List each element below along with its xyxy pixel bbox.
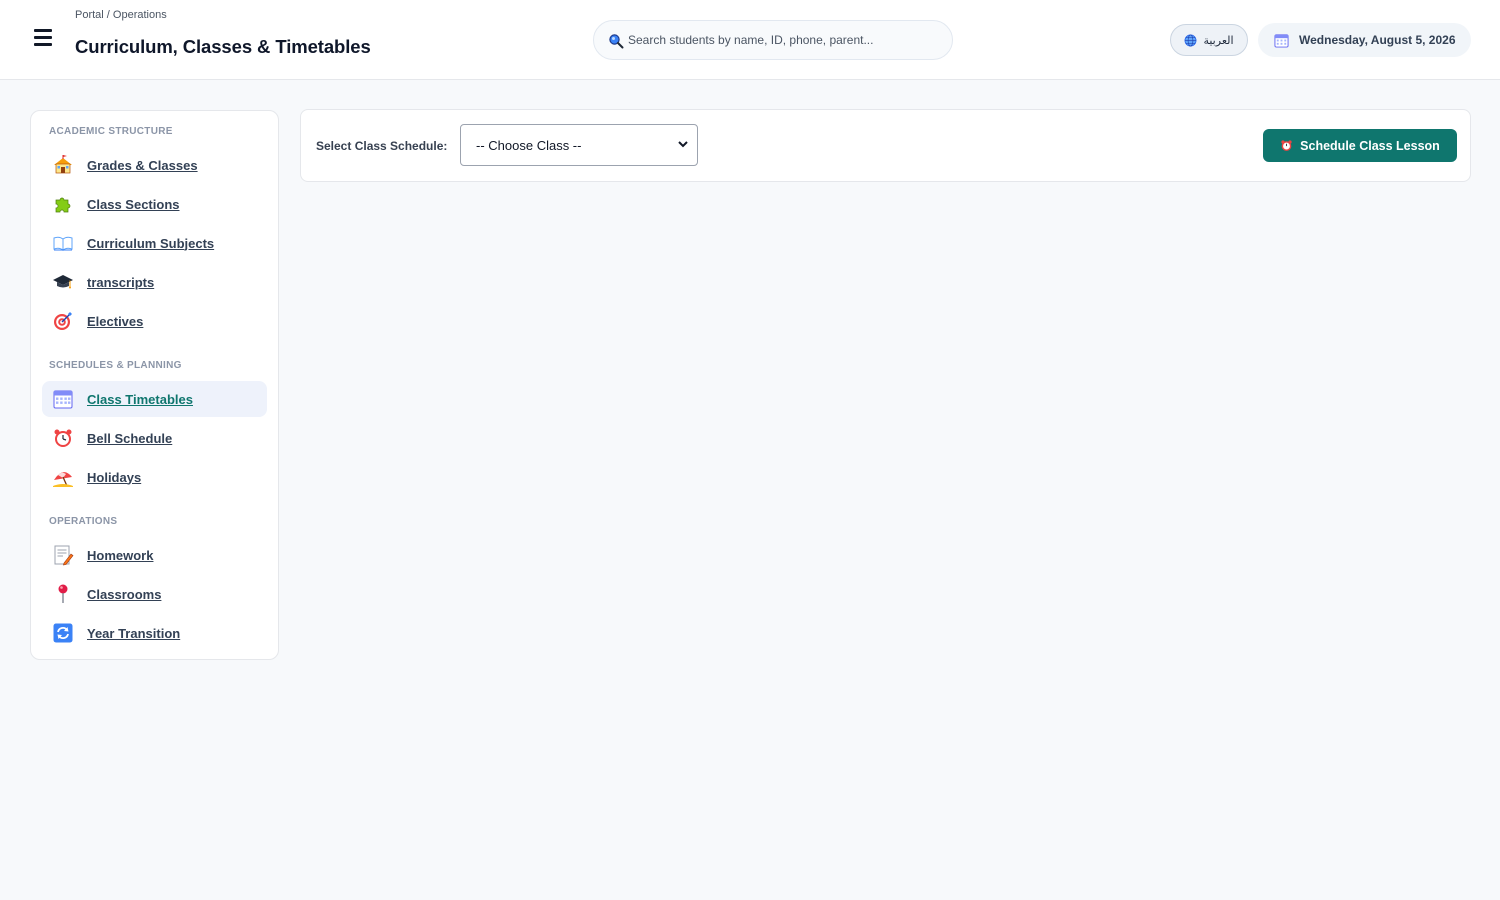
class-select-value: -- Choose Class -- — [476, 137, 582, 153]
current-date: Wednesday, August 5, 2026 — [1299, 33, 1456, 47]
sidebar-item-classrooms[interactable]: Classrooms — [42, 576, 267, 612]
sidebar-item-label: Homework — [87, 547, 154, 563]
search-icon — [609, 34, 624, 49]
sidebar-item-label: Bell Schedule — [87, 430, 173, 446]
search-bar[interactable] — [593, 20, 953, 60]
schedule-button-label: Schedule Class Lesson — [1300, 138, 1440, 153]
breadcrumb: Portal / Operations — [75, 9, 167, 21]
sidebar-item-label: Class Timetables — [87, 391, 193, 407]
alarm-clock-icon — [1281, 140, 1292, 151]
chevron-down-icon — [678, 141, 688, 148]
calendar-icon — [52, 388, 74, 410]
section-label-academic-structure: ACADEMIC STRUCTURE — [49, 126, 173, 137]
page-title: Curriculum, Classes & Timetables — [75, 36, 371, 57]
sidebar-item-label: transcripts — [87, 274, 155, 290]
class-select-dropdown[interactable]: -- Choose Class -- — [460, 124, 698, 166]
sidebar-item-grades-classes[interactable]: Grades & Classes — [42, 147, 267, 183]
language-label: العربية — [1203, 34, 1234, 47]
sidebar-item-label: Class Sections — [87, 196, 180, 212]
schedule-class-lesson-button[interactable]: Schedule Class Lesson — [1263, 129, 1457, 162]
puzzle-icon — [52, 193, 74, 215]
book-icon — [52, 232, 74, 254]
memo-icon — [52, 544, 74, 566]
sidebar-item-label: Classrooms — [87, 586, 162, 602]
date-display: Wednesday, August 5, 2026 — [1258, 23, 1471, 57]
top-header: Portal / Operations Curriculum, Classes … — [0, 0, 1500, 80]
select-class-label: Select Class Schedule: — [316, 139, 448, 153]
sidebar-item-label: Grades & Classes — [87, 157, 198, 173]
sidebar-item-label: Electives — [87, 313, 144, 329]
sidebar-item-homework[interactable]: Homework — [42, 537, 267, 573]
globe-icon — [1185, 34, 1197, 46]
section-label-schedules-planning: SCHEDULES & PLANNING — [49, 360, 182, 371]
sidebar-item-year-transition[interactable]: Year Transition — [42, 615, 267, 651]
search-input[interactable] — [628, 33, 928, 47]
refresh-icon — [52, 622, 74, 644]
section-label-operations: OPERATIONS — [49, 516, 118, 527]
sidebar: ACADEMIC STRUCTURE Grades & Classes Clas… — [30, 110, 279, 660]
language-toggle-button[interactable]: العربية — [1170, 24, 1248, 56]
alarm-clock-icon — [52, 427, 74, 449]
sidebar-item-class-timetables[interactable]: Class Timetables — [42, 381, 267, 417]
beach-umbrella-icon — [52, 466, 74, 488]
sidebar-item-label: Curriculum Subjects — [87, 235, 215, 251]
sidebar-item-curriculum-subjects[interactable]: Curriculum Subjects — [42, 225, 267, 261]
hamburger-menu-icon[interactable] — [34, 29, 54, 49]
sidebar-item-class-sections[interactable]: Class Sections — [42, 186, 267, 222]
calendar-icon — [1274, 33, 1289, 48]
sidebar-item-bell-schedule[interactable]: Bell Schedule — [42, 420, 267, 456]
sidebar-item-holidays[interactable]: Holidays — [42, 459, 267, 495]
pushpin-icon — [52, 583, 74, 605]
sidebar-item-label: Holidays — [87, 469, 142, 485]
sidebar-item-electives[interactable]: Electives — [42, 303, 267, 339]
schedule-toolbar-panel: Select Class Schedule: -- Choose Class -… — [300, 109, 1471, 182]
sidebar-item-transcripts[interactable]: transcripts — [42, 264, 267, 300]
sidebar-item-label: Year Transition — [87, 625, 181, 641]
school-icon — [52, 154, 74, 176]
graduation-cap-icon — [52, 271, 74, 293]
target-icon — [52, 310, 74, 332]
